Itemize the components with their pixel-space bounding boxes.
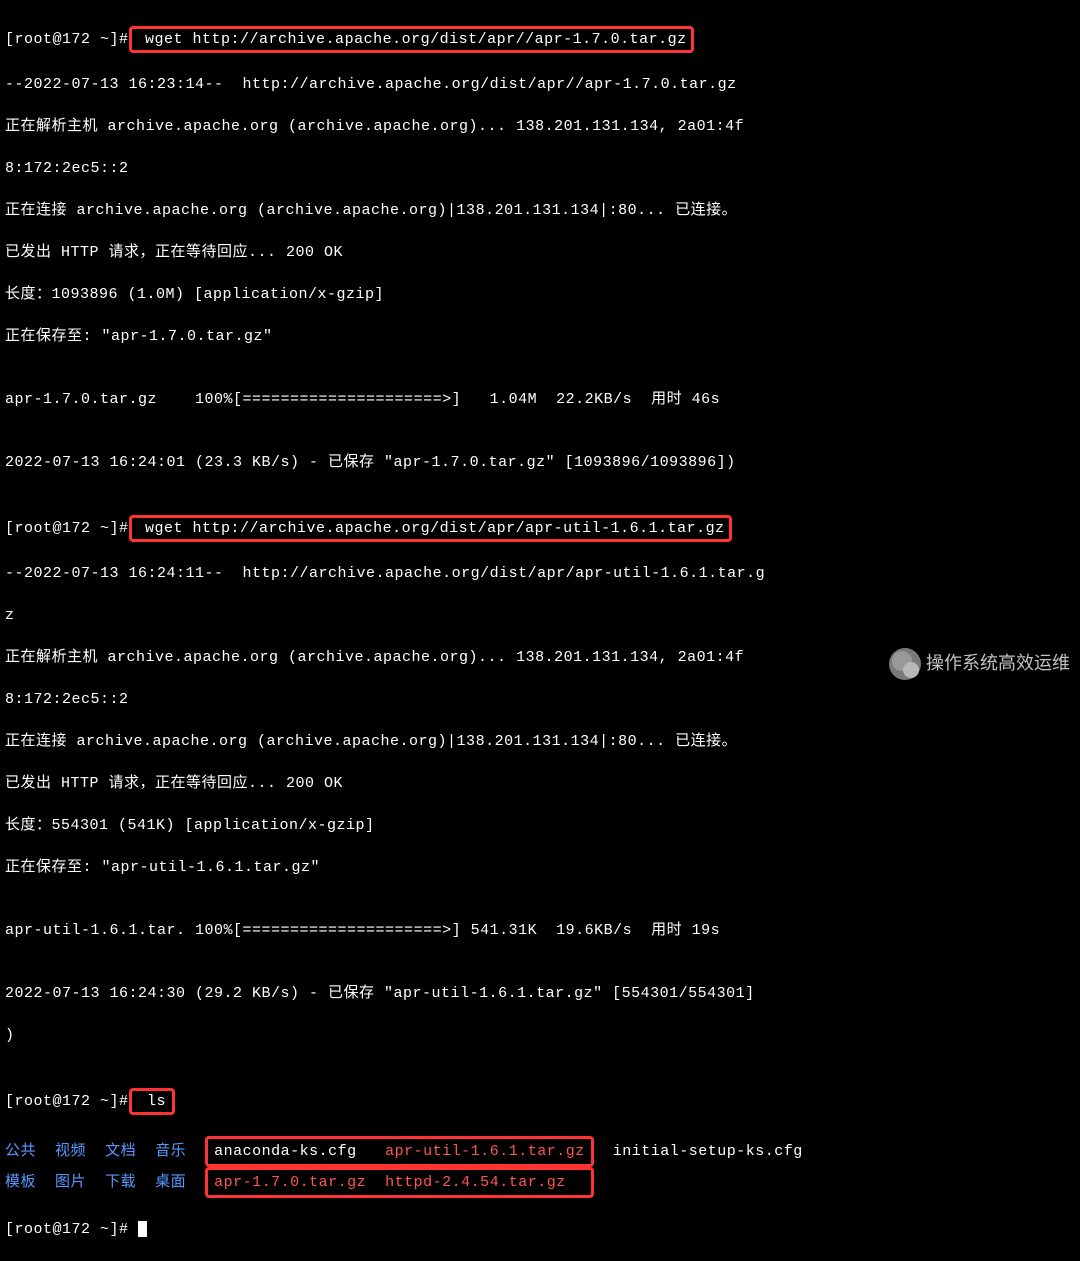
file-item: httpd-2.4.54.tar.gz bbox=[385, 1174, 566, 1191]
dir-item: 视频 bbox=[55, 1143, 86, 1160]
output-line: 长度：1093896 (1.0M) [application/x-gzip] bbox=[5, 284, 1075, 305]
wget-command-1: wget http://archive.apache.org/dist/apr/… bbox=[136, 31, 687, 48]
output-line: 正在保存至: "apr-util-1.6.1.tar.gz" bbox=[5, 857, 1075, 878]
output-line: 8:172:2ec5::2 bbox=[5, 689, 1075, 710]
file-item: apr-util-1.6.1.tar.gz bbox=[385, 1143, 585, 1160]
file-item: anaconda-ks.cfg bbox=[214, 1143, 357, 1160]
dir-item: 公共 bbox=[5, 1143, 36, 1160]
dir-item: 文档 bbox=[105, 1143, 136, 1160]
files-highlight-2: apr-1.7.0.tar.gz httpd-2.4.54.tar.gz bbox=[205, 1167, 594, 1198]
command-highlight-3: ls bbox=[129, 1088, 176, 1115]
output-line: 正在解析主机 archive.apache.org (archive.apach… bbox=[5, 116, 1075, 137]
wget-command-2: wget http://archive.apache.org/dist/apr/… bbox=[136, 520, 725, 537]
prompt: [root@172 ~]# bbox=[5, 31, 129, 48]
output-line: 正在连接 archive.apache.org (archive.apache.… bbox=[5, 731, 1075, 752]
output-line: apr-util-1.6.1.tar. 100%[===============… bbox=[5, 920, 1075, 941]
dir-item: 图片 bbox=[55, 1174, 86, 1191]
output-line: 长度：554301 (541K) [application/x-gzip] bbox=[5, 815, 1075, 836]
output-line: ) bbox=[5, 1025, 1075, 1046]
file-item: initial-setup-ks.cfg bbox=[613, 1143, 803, 1160]
output-line: 2022-07-13 16:24:01 (23.3 KB/s) - 已保存 "a… bbox=[5, 452, 1075, 473]
output-line: --2022-07-13 16:24:11-- http://archive.a… bbox=[5, 563, 1075, 584]
dir-item: 模板 bbox=[5, 1174, 36, 1191]
output-line: z bbox=[5, 605, 1075, 626]
output-line: 2022-07-13 16:24:30 (29.2 KB/s) - 已保存 "a… bbox=[5, 983, 1075, 1004]
output-line: 8:172:2ec5::2 bbox=[5, 158, 1075, 179]
wechat-icon bbox=[889, 648, 921, 680]
files-highlight: anaconda-ks.cfg apr-util-1.6.1.tar.gz bbox=[205, 1136, 594, 1167]
output-line: 已发出 HTTP 请求，正在等待回应... 200 OK bbox=[5, 242, 1075, 263]
prompt: [root@172 ~]# bbox=[5, 1093, 129, 1110]
prompt: [root@172 ~]# bbox=[5, 1221, 138, 1238]
command-highlight-2: wget http://archive.apache.org/dist/apr/… bbox=[129, 515, 732, 542]
file-item: apr-1.7.0.tar.gz bbox=[214, 1174, 366, 1191]
command-highlight-1: wget http://archive.apache.org/dist/apr/… bbox=[129, 26, 694, 53]
prompt: [root@172 ~]# bbox=[5, 520, 129, 537]
dir-item: 下载 bbox=[105, 1174, 136, 1191]
terminal-output[interactable]: [root@172 ~]# wget http://archive.apache… bbox=[5, 5, 1075, 1261]
output-line: --2022-07-13 16:23:14-- http://archive.a… bbox=[5, 74, 1075, 95]
dir-item: 音乐 bbox=[155, 1143, 186, 1160]
output-line: 正在连接 archive.apache.org (archive.apache.… bbox=[5, 200, 1075, 221]
output-line: apr-1.7.0.tar.gz 100%[==================… bbox=[5, 389, 1075, 410]
ls-command: ls bbox=[138, 1093, 167, 1110]
output-line: 已发出 HTTP 请求，正在等待回应... 200 OK bbox=[5, 773, 1075, 794]
output-line: 正在保存至: "apr-1.7.0.tar.gz" bbox=[5, 326, 1075, 347]
cursor-icon[interactable] bbox=[138, 1221, 147, 1237]
watermark-text: 操作系统高效运维 bbox=[926, 651, 1070, 676]
watermark: 操作系统高效运维 bbox=[889, 648, 1070, 680]
dir-item: 桌面 bbox=[155, 1174, 186, 1191]
